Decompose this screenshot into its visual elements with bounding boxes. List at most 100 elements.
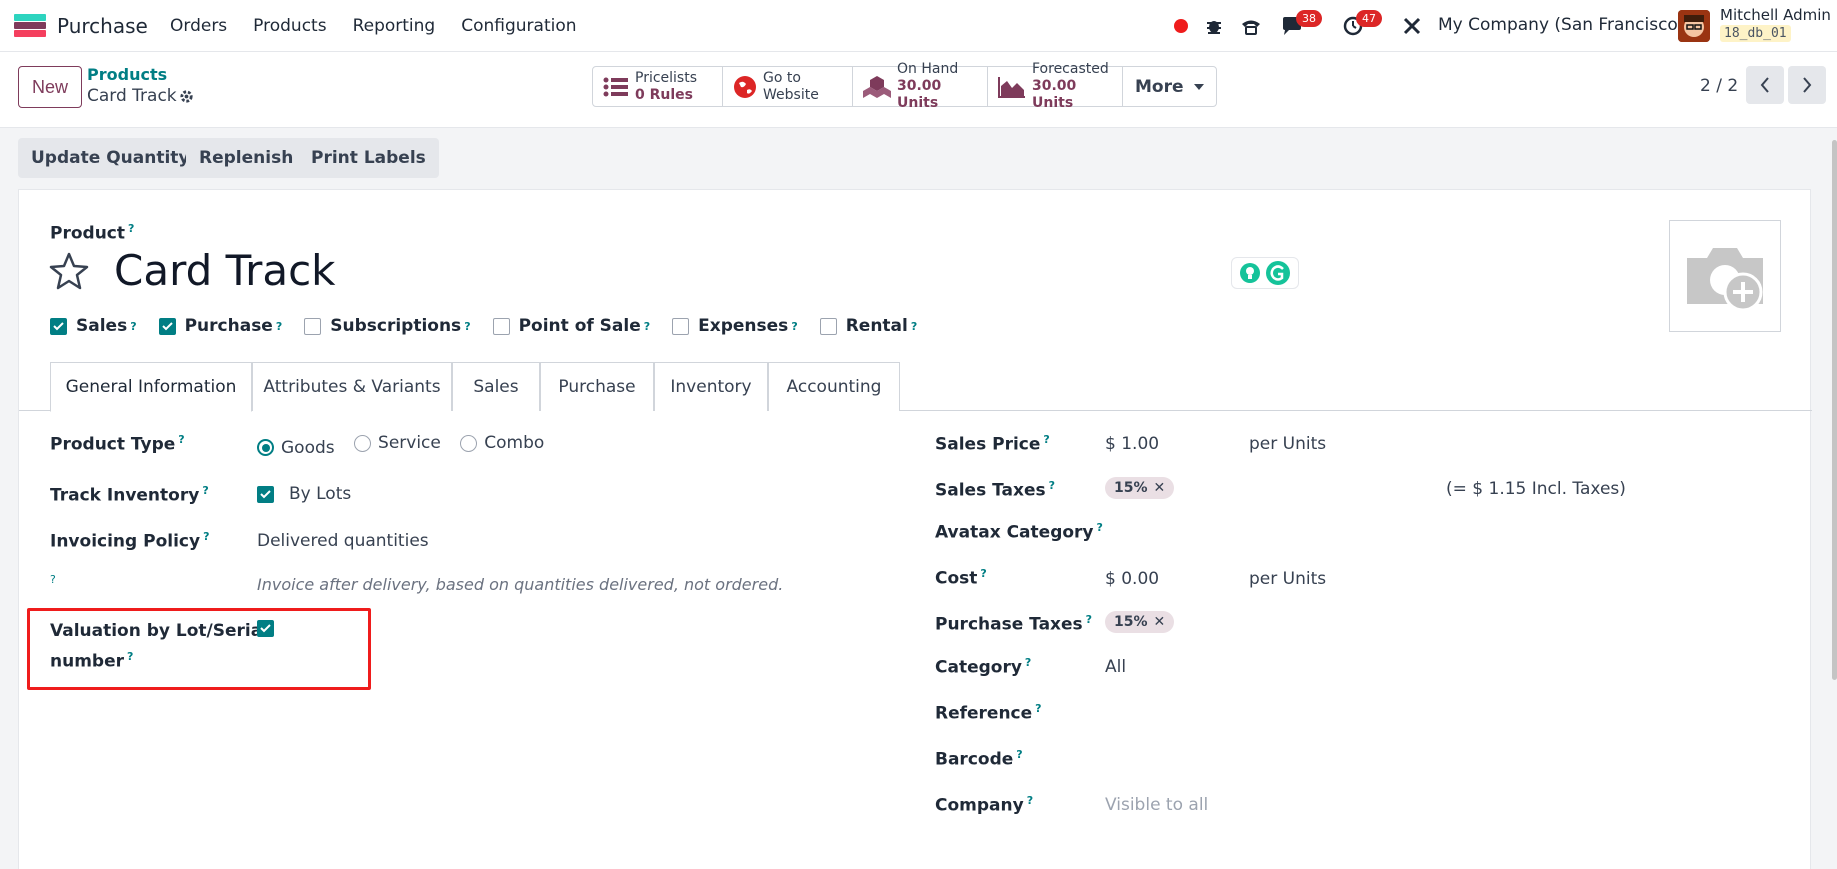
chevron-right-icon bbox=[1803, 77, 1812, 93]
barcode-label: Barcode? bbox=[935, 748, 1023, 770]
checkbox-unchecked-icon[interactable] bbox=[819, 317, 837, 335]
breadcrumb-parent[interactable]: Products bbox=[87, 65, 167, 84]
user-name[interactable]: Mitchell Admin bbox=[1720, 6, 1831, 24]
chat-badge: 38 bbox=[1296, 10, 1322, 27]
invoicing-policy-select[interactable]: Delivered quantities bbox=[257, 531, 429, 551]
menu-reporting[interactable]: Reporting bbox=[353, 16, 436, 36]
pager-value[interactable]: 2 / 2 bbox=[1700, 76, 1738, 96]
flag-point-of-sale[interactable]: Point of Sale? bbox=[492, 316, 650, 336]
grammarly-widget[interactable] bbox=[1231, 257, 1299, 289]
page-scrollbar[interactable] bbox=[1832, 140, 1837, 680]
tab-accounting[interactable]: Accounting bbox=[768, 362, 900, 411]
smart-buttons: Pricelists 0 Rules Go to Website On Hand 30… bbox=[592, 61, 1217, 111]
checkbox-checked-icon[interactable] bbox=[158, 317, 176, 335]
sales-taxes-label: Sales Taxes? bbox=[935, 479, 1055, 501]
radio-combo[interactable]: Combo bbox=[460, 433, 544, 453]
close-icon[interactable]: ✕ bbox=[1154, 614, 1166, 630]
close-icon[interactable]: ✕ bbox=[1154, 480, 1166, 496]
category-field[interactable]: All bbox=[1105, 657, 1126, 677]
activity-badge: 47 bbox=[1356, 10, 1382, 27]
product-flags: Sales? Purchase? Subscriptions? Point of… bbox=[50, 316, 939, 336]
pager-next-button[interactable] bbox=[1788, 66, 1826, 104]
pricelists-smart-button[interactable]: Pricelists 0 Rules bbox=[593, 67, 723, 106]
phone-icon[interactable] bbox=[1238, 0, 1264, 52]
gear-icon[interactable] bbox=[179, 89, 194, 104]
product-type-label: Product Type? bbox=[50, 433, 185, 455]
product-image-placeholder[interactable] bbox=[1669, 220, 1781, 332]
radio-goods[interactable]: Goods bbox=[257, 438, 335, 458]
purchase-tax-tag[interactable]: 15% ✕ bbox=[1105, 611, 1175, 633]
pager-previous-button[interactable] bbox=[1746, 66, 1784, 104]
tab-general-information[interactable]: General Information bbox=[50, 362, 252, 412]
area-chart-icon bbox=[998, 76, 1026, 98]
invoicing-policy-help: Invoice after delivery, based on quantit… bbox=[257, 575, 784, 594]
form-sheet: Product? Card Track Sales? Purchase? Sub… bbox=[18, 189, 1812, 869]
breadcrumb-current: Card Track bbox=[87, 86, 177, 106]
caret-down-icon bbox=[1193, 83, 1204, 91]
invoicing-policy-label: Invoicing Policy? bbox=[50, 530, 210, 552]
invoicing-help-mark: ? bbox=[50, 573, 56, 586]
company-label: Company? bbox=[935, 794, 1034, 816]
debug-icon[interactable] bbox=[1203, 0, 1225, 52]
barcode-input[interactable] bbox=[1105, 746, 1405, 772]
menu-orders[interactable]: Orders bbox=[170, 16, 227, 36]
control-panel: New Products Card Track Pricelists 0 Rule… bbox=[0, 52, 1837, 128]
sales-price-label: Sales Price? bbox=[935, 433, 1050, 455]
flag-sales[interactable]: Sales? bbox=[50, 316, 137, 336]
tab-sales[interactable]: Sales bbox=[452, 362, 540, 411]
tracking-select[interactable]: By Lots bbox=[289, 484, 351, 504]
tab-purchase[interactable]: Purchase bbox=[540, 362, 654, 411]
reference-label: Reference? bbox=[935, 702, 1042, 724]
app-name[interactable]: Purchase bbox=[57, 14, 148, 38]
product-name-field[interactable]: Card Track bbox=[114, 246, 336, 295]
reference-input[interactable] bbox=[1105, 700, 1405, 726]
flag-subscriptions[interactable]: Subscriptions? bbox=[304, 316, 471, 336]
record-icon[interactable] bbox=[1170, 0, 1192, 52]
menu-configuration[interactable]: Configuration bbox=[461, 16, 576, 36]
more-smart-button[interactable]: More bbox=[1123, 67, 1216, 106]
main-menu: Orders Products Reporting Configuration bbox=[170, 16, 577, 36]
db-badge: 18_db_01 bbox=[1720, 25, 1791, 42]
globe-icon bbox=[733, 75, 757, 99]
flag-purchase[interactable]: Purchase? bbox=[158, 316, 282, 336]
update-quantity-button[interactable]: Update Quantity bbox=[18, 138, 203, 178]
camera-add-icon bbox=[1687, 248, 1763, 312]
track-inventory-checkbox[interactable] bbox=[257, 485, 274, 503]
company-field[interactable]: Visible to all bbox=[1105, 795, 1208, 815]
sales-price-field[interactable]: $ 1.00 bbox=[1105, 434, 1159, 454]
company-switcher[interactable]: My Company (San Francisco) bbox=[1438, 15, 1684, 35]
checkbox-unchecked-icon[interactable] bbox=[672, 317, 690, 335]
tab-attributes-variants[interactable]: Attributes & Variants bbox=[252, 362, 452, 411]
flag-rental[interactable]: Rental? bbox=[819, 316, 917, 336]
website-smart-button[interactable]: Go to Website bbox=[723, 67, 853, 106]
print-labels-button[interactable]: Print Labels bbox=[298, 138, 439, 178]
menu-products[interactable]: Products bbox=[253, 16, 326, 36]
chevron-left-icon bbox=[1760, 77, 1769, 93]
sales-tax-tag[interactable]: 15% ✕ bbox=[1105, 477, 1175, 499]
sales-price-incl-taxes: (= $ 1.15 Incl. Taxes) bbox=[1446, 479, 1626, 499]
user-avatar[interactable] bbox=[1678, 10, 1710, 42]
cost-uom: per Units bbox=[1249, 569, 1327, 589]
lightbulb-icon bbox=[1239, 262, 1261, 284]
form-tabs: General Information Attributes & Variant… bbox=[19, 362, 1812, 412]
top-navbar: Purchase Orders Products Reporting Confi… bbox=[0, 0, 1837, 52]
cost-field[interactable]: $ 0.00 bbox=[1105, 569, 1159, 589]
purchase-taxes-label: Purchase Taxes? bbox=[935, 613, 1093, 635]
replenish-button[interactable]: Replenish bbox=[186, 138, 307, 178]
on-hand-smart-button[interactable]: On Hand 30.00 Units bbox=[853, 61, 988, 111]
tab-inventory[interactable]: Inventory bbox=[654, 362, 768, 411]
checkbox-unchecked-icon[interactable] bbox=[492, 317, 510, 335]
forecasted-smart-button[interactable]: Forecasted 30.00 Units bbox=[988, 61, 1123, 111]
annotation-highlight-box bbox=[27, 608, 371, 690]
radio-service[interactable]: Service bbox=[354, 433, 441, 453]
checkbox-unchecked-icon[interactable] bbox=[304, 317, 322, 335]
new-button[interactable]: New bbox=[18, 66, 82, 108]
settings-tools-icon[interactable] bbox=[1399, 0, 1425, 52]
apps-menu-icon[interactable] bbox=[14, 14, 46, 38]
flag-expenses[interactable]: Expenses? bbox=[672, 316, 798, 336]
checkbox-checked-icon[interactable] bbox=[50, 317, 67, 335]
avatax-category-label: Avatax Category? bbox=[935, 521, 1103, 543]
favorite-star-icon[interactable] bbox=[49, 252, 89, 290]
help-icon[interactable]: ? bbox=[128, 222, 134, 235]
product-label: Product? bbox=[50, 222, 135, 244]
